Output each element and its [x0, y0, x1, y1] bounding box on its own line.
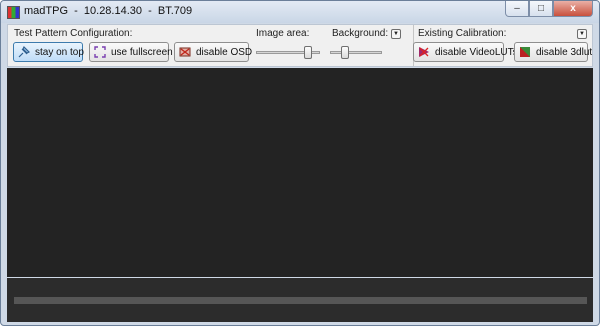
background-dropdown-button[interactable]: ▼: [391, 29, 401, 39]
image-area-slider-thumb[interactable]: [303, 46, 312, 59]
window-title: madTPG - 10.28.14.30 - BT.709: [24, 5, 193, 17]
disable-3dlut-label: disable 3dlut: [536, 46, 593, 58]
disable-osd-button[interactable]: disable OSD: [174, 42, 253, 62]
title-bar[interactable]: madTPG - 10.28.14.30 - BT.709 – □ x: [1, 1, 599, 23]
disable-videoluts-button[interactable]: disable VideoLUTs: [413, 42, 518, 62]
test-pattern-area: [7, 68, 593, 277]
3dlut-icon: [520, 47, 530, 57]
videoluts-icon: [419, 47, 429, 57]
pin-icon: [18, 46, 30, 58]
disable-3dlut-button[interactable]: disable 3dlut: [514, 42, 592, 62]
progress-bar: [14, 297, 587, 304]
stay-on-top-label: stay on top: [35, 46, 84, 58]
window-controls: – □ x: [505, 1, 593, 17]
calibration-dropdown-button[interactable]: ▼: [577, 29, 587, 39]
app-window: madTPG - 10.28.14.30 - BT.709 – □ x Test…: [0, 0, 600, 326]
fullscreen-icon: [94, 46, 106, 58]
test-pattern-configuration-label: Test Pattern Configuration:: [14, 28, 133, 39]
toolbar: Test Pattern Configuration: stay on top …: [7, 24, 593, 67]
stay-on-top-button[interactable]: stay on top: [13, 42, 84, 62]
disable-osd-label: disable OSD: [196, 46, 253, 58]
image-area-label: Image area:: [256, 28, 310, 39]
use-fullscreen-button[interactable]: use fullscreen: [89, 42, 173, 62]
background-label: Background:: [332, 28, 389, 39]
use-fullscreen-label: use fullscreen: [111, 46, 173, 58]
close-button[interactable]: x: [553, 1, 593, 17]
existing-calibration-label: Existing Calibration:: [418, 28, 507, 39]
maximize-button[interactable]: □: [529, 1, 553, 17]
disable-videoluts-label: disable VideoLUTs: [435, 46, 518, 58]
osd-icon: [179, 47, 191, 57]
progress-panel: [7, 278, 593, 322]
minimize-button[interactable]: –: [505, 1, 529, 17]
app-icon[interactable]: [7, 6, 20, 19]
background-slider-track[interactable]: [330, 51, 382, 54]
background-slider-thumb[interactable]: [341, 46, 349, 59]
